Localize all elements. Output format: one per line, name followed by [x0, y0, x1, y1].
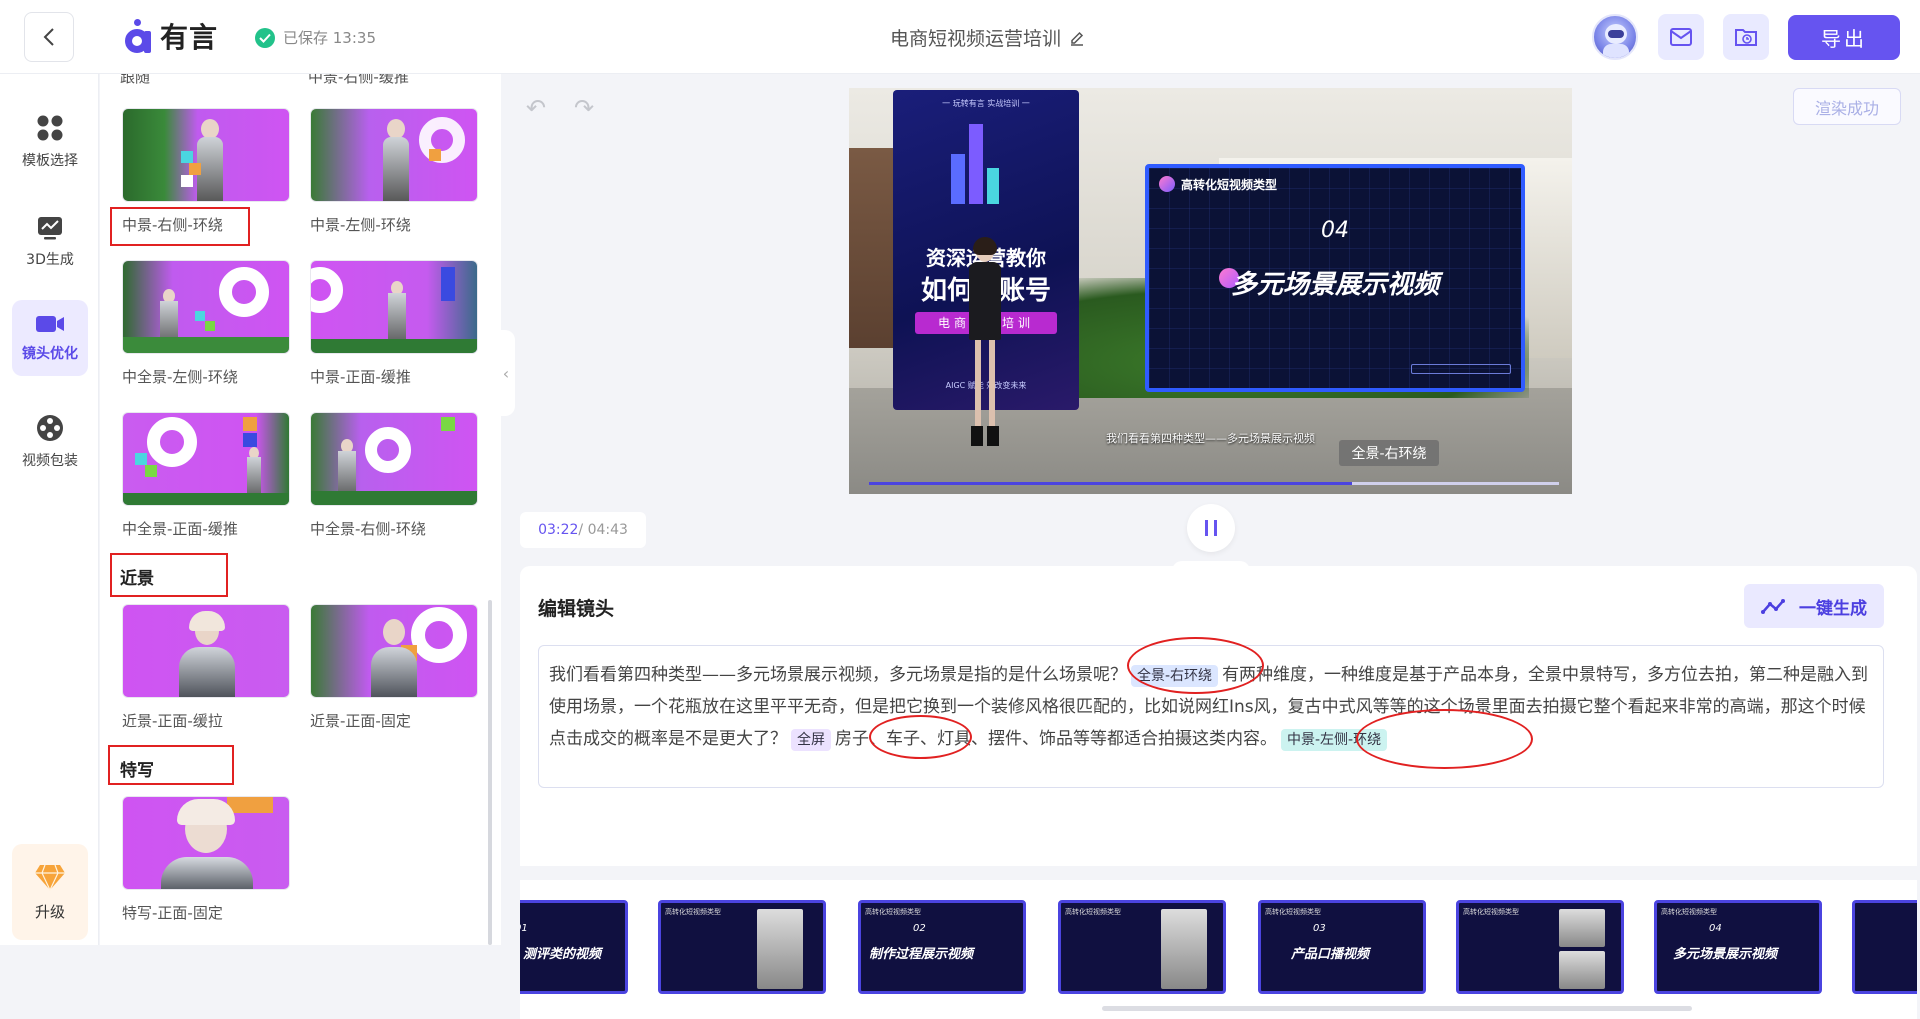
user-avatar[interactable] — [1592, 14, 1638, 60]
shot-thumbnail — [122, 604, 290, 698]
shot-thumbnail — [310, 260, 478, 354]
filmstrip-frame[interactable]: 高转化短视频类型 02 制作过程展示视频 — [858, 900, 1026, 994]
frame-title: 制作过程展示视频 — [869, 947, 974, 962]
shot-template-card[interactable]: 中全景-左侧-环绕 — [122, 260, 292, 387]
frame-header: 高转化短视频类型 — [1265, 908, 1321, 916]
left-nav: 模板选择 3D生成 镜头优化 视频包装 升级 — [0, 74, 99, 945]
document-title-text: 电商短视频运营培训 — [890, 28, 1062, 50]
thumb-label-partial: 跟随 — [120, 74, 151, 86]
save-status-text: 已保存 13:35 — [283, 29, 376, 47]
grid-icon — [37, 115, 63, 141]
filmstrip-frame[interactable]: 高转化短视频类型 — [1058, 900, 1226, 994]
frame-photo — [757, 909, 803, 989]
document-title[interactable]: 电商短视频运营培训 — [890, 24, 1085, 51]
edit-pencil-icon[interactable] — [1069, 30, 1085, 46]
annotation-box — [110, 553, 228, 597]
shot-template-card[interactable]: 近景-正面-缓拉 — [122, 604, 292, 731]
nav-item-label: 3D生成 — [26, 252, 74, 268]
shot-thumbnail — [122, 108, 290, 202]
message-button[interactable] — [1658, 14, 1704, 60]
thumb-label: 近景-正面-固定 — [310, 712, 411, 730]
logo-mark-icon — [122, 19, 154, 53]
shot-template-card[interactable]: 中景-左侧-环绕 — [310, 108, 480, 235]
logo-text: 有言 — [160, 21, 219, 54]
shot-thumbnail — [122, 260, 290, 354]
film-reel-icon — [37, 415, 63, 441]
shot-thumbnail — [310, 108, 478, 202]
chevron-left-icon — [43, 28, 54, 46]
camera-icon — [36, 316, 64, 332]
shot-template-card[interactable]: 中全景-右侧-环绕 — [310, 412, 480, 539]
back-button[interactable] — [24, 12, 74, 62]
frame-title: 产品口播视频 — [1291, 947, 1370, 962]
upgrade-button[interactable]: 升级 — [12, 844, 88, 940]
nav-item-label: 模板选择 — [22, 153, 78, 169]
frame-photo — [1559, 951, 1605, 989]
shot-thumbnail — [122, 412, 290, 506]
shot-template-card[interactable]: 中景-正面-缓推 — [310, 260, 480, 387]
thumb-label: 中全景-左侧-环绕 — [122, 368, 238, 386]
diamond-icon — [35, 864, 65, 891]
frame-header: 高转化短视频类型 — [665, 908, 721, 916]
shot-template-card[interactable]: 近景-正面-固定 — [310, 604, 480, 731]
nav-item-video-package[interactable]: 视频包装 — [12, 404, 88, 480]
frame-photo — [1161, 909, 1207, 989]
filmstrip-frame-active[interactable]: 高转化短视频类型 04 多元场景展示视频 — [1654, 900, 1822, 994]
thumb-label: 中全景-右侧-环绕 — [310, 520, 426, 538]
frame-header: 高转化短视频类型 — [1661, 908, 1717, 916]
frame-title: 测评类的视频 — [523, 947, 602, 962]
shot-filmstrip: 01 测评类的视频 高转化短视频类型 高转化短视频类型 02 制作过程展示视频 … — [520, 880, 1917, 1019]
shot-template-card[interactable]: 中全景-正面-缓推 — [122, 412, 292, 539]
annotation-box — [108, 745, 234, 785]
save-status: 已保存 13:35 — [255, 27, 376, 48]
panel-scrollbar[interactable] — [488, 600, 492, 945]
frame-header: 高转化短视频类型 — [865, 908, 921, 916]
filmstrip-frame[interactable] — [1852, 900, 1917, 994]
nav-item-shot-optimize[interactable]: 镜头优化 — [12, 300, 88, 376]
annotation-box — [110, 207, 250, 246]
frame-title: 多元场景展示视频 — [1673, 947, 1778, 962]
nav-item-template-select[interactable]: 模板选择 — [12, 104, 88, 180]
frame-header: 高转化短视频类型 — [1463, 908, 1519, 916]
nav-item-label: 视频包装 — [22, 453, 78, 469]
shot-thumbnail — [122, 796, 290, 890]
nav-item-3d-generate[interactable]: 3D生成 — [12, 204, 88, 280]
shot-thumbnail — [310, 412, 478, 506]
export-button[interactable]: 导出 — [1788, 15, 1900, 60]
filmstrip-frame[interactable]: 高转化短视频类型 03 产品口播视频 — [1258, 900, 1426, 994]
mail-icon — [1670, 28, 1692, 46]
frame-header: 高转化短视频类型 — [1065, 908, 1121, 916]
filmstrip-wrapper: 01 测评类的视频 高转化短视频类型 高转化短视频类型 02 制作过程展示视频 … — [502, 74, 1920, 1019]
history-button[interactable] — [1723, 14, 1769, 60]
filmstrip-frame[interactable]: 高转化短视频类型 — [1456, 900, 1624, 994]
frame-number: 04 — [1709, 923, 1722, 934]
thumb-label: 近景-正面-缓拉 — [122, 712, 223, 730]
thumb-label: 中景-正面-缓推 — [310, 368, 411, 386]
app-logo[interactable]: 有言 — [122, 12, 218, 60]
filmstrip-frame[interactable]: 01 测评类的视频 — [520, 900, 628, 994]
nav-item-label: 镜头优化 — [22, 346, 78, 362]
check-circle-icon — [255, 27, 275, 48]
chart-monitor-icon — [38, 217, 62, 240]
frame-photo — [1559, 909, 1605, 947]
thumb-label: 特写-正面-固定 — [122, 904, 223, 922]
filmstrip-frame[interactable]: 高转化短视频类型 — [658, 900, 826, 994]
shot-thumbnail — [310, 604, 478, 698]
folder-clock-icon — [1735, 29, 1757, 46]
frame-number: 03 — [1313, 923, 1326, 934]
shot-template-card[interactable]: 特写-正面-固定 — [122, 796, 292, 923]
frame-number: 01 — [520, 923, 528, 934]
filmstrip-scrollbar[interactable] — [1102, 1006, 1692, 1011]
thumb-label-partial: 中景-右侧-缓推 — [308, 74, 409, 86]
upgrade-label: 升级 — [34, 902, 65, 921]
frame-number: 02 — [913, 923, 926, 934]
thumb-label: 中景-左侧-环绕 — [310, 216, 411, 234]
thumb-label: 中全景-正面-缓推 — [122, 520, 238, 538]
top-bar: 有言 已保存 13:35 电商短视频运营培训 导出 — [0, 0, 1920, 74]
